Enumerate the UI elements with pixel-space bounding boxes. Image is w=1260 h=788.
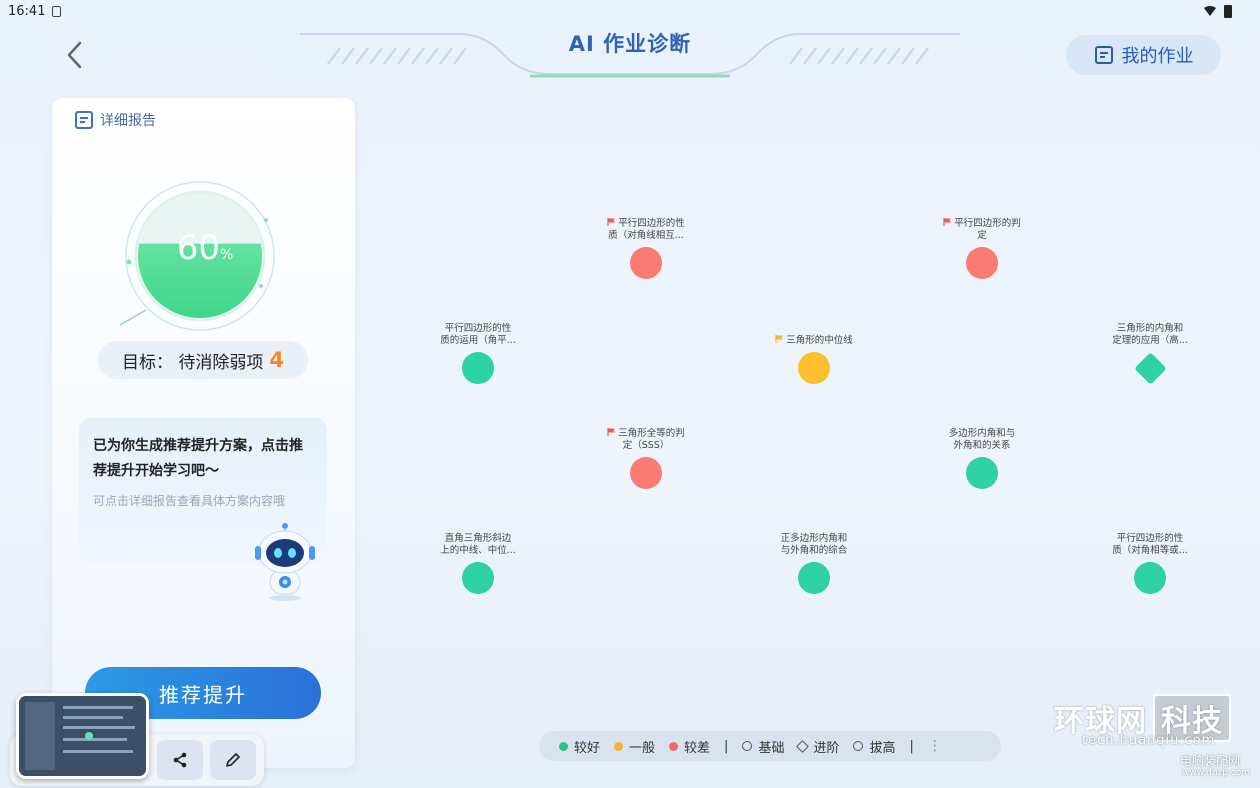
- legend: 较好 一般 较差 | 基础 进阶 拔高 | ⋮: [539, 731, 1001, 761]
- flag-icon: [607, 218, 616, 226]
- node-label-line: 质（对角线相互...: [608, 230, 684, 241]
- watermark-dnzp-url: www.dnzp.com: [1182, 768, 1251, 778]
- node-label-line: 多边形内角和与: [948, 428, 1016, 439]
- detailed-report-link[interactable]: 详细报告: [74, 110, 156, 130]
- gauge-percent: 60: [176, 228, 220, 268]
- legend-elevate: 拔高: [853, 737, 895, 756]
- sd-card-icon: [52, 6, 61, 17]
- recommendation-title: 已为你生成推荐提升方案，点击推荐提升开始学习吧～: [93, 438, 303, 479]
- goal-pill: 目标： 待消除弱项 4: [98, 341, 308, 379]
- wifi-icon: [1203, 5, 1217, 20]
- knowledge-node-good[interactable]: [966, 457, 998, 489]
- screenshot-thumbnail[interactable]: [16, 693, 149, 779]
- knowledge-node-medium[interactable]: [798, 352, 830, 384]
- gauge-value: 60%: [160, 228, 250, 268]
- knowledge-node-good[interactable]: [1134, 562, 1166, 594]
- node-label-line: 三角形全等的判: [618, 428, 685, 439]
- status-time: 16:41: [8, 4, 46, 19]
- node-label: 正多边形内角和 与外角和的综合: [754, 533, 874, 557]
- chevron-left-icon: [67, 41, 82, 69]
- pencil-icon: [226, 753, 240, 767]
- node-label-line: 定（SSS）: [622, 440, 670, 451]
- report-icon: [75, 111, 93, 129]
- recommendation-subtitle: 可点击详细报告查看具体方案内容哦: [93, 494, 286, 508]
- share-icon: [173, 752, 187, 768]
- node-label: 平行四边形的性 质（对角线相互...: [586, 218, 706, 242]
- legend-advanced: 进阶: [796, 737, 840, 756]
- legend-elevate-label: 拔高: [869, 740, 896, 756]
- my-homework-button[interactable]: 我的作业: [1066, 35, 1221, 75]
- edit-button[interactable]: [210, 740, 256, 780]
- knowledge-node-good[interactable]: [1133, 351, 1167, 385]
- node-label: 多边形内角和与 外角和的关系: [922, 428, 1042, 452]
- flag-icon: [943, 218, 952, 226]
- knowledge-node-poor[interactable]: [630, 247, 662, 279]
- more-options-icon[interactable]: ⋮: [928, 738, 942, 754]
- legend-poor-label: 较差: [684, 740, 711, 756]
- node-label-line: 定: [977, 230, 987, 241]
- node-label-line: 三角形的内角和: [1116, 323, 1184, 334]
- knowledge-node-good[interactable]: [462, 352, 494, 384]
- page-title: AI 作业诊断: [568, 32, 692, 56]
- node-label: 三角形全等的判 定（SSS）: [586, 428, 706, 452]
- legend-medium-label: 一般: [629, 740, 656, 756]
- medium-dot-icon: [614, 741, 624, 751]
- status-bar: 16:41: [0, 0, 1260, 24]
- diamond-outline-icon: [796, 739, 810, 753]
- detailed-report-label: 详细报告: [100, 113, 156, 129]
- legend-medium: 一般: [614, 737, 655, 756]
- node-label: 平行四边形的判定: [922, 218, 1042, 242]
- legend-basic: 基础: [742, 737, 784, 756]
- share-button[interactable]: [157, 740, 203, 780]
- robot-mascot: [255, 523, 315, 601]
- node-label-line: 与外角和的综合: [780, 545, 848, 556]
- knowledge-node-poor[interactable]: [966, 247, 998, 279]
- legend-poor: 较差: [669, 737, 710, 756]
- node-label-line: 平行四边形的性: [444, 323, 512, 334]
- knowledge-node-good[interactable]: [798, 562, 830, 594]
- node-label-line: 质的运用（角平...: [440, 335, 516, 346]
- my-homework-label: 我的作业: [1121, 46, 1194, 67]
- node-label: 直角三角形斜边 上的中线、中位...: [418, 533, 538, 557]
- legend-separator: |: [909, 738, 914, 754]
- legend-good: 较好: [559, 737, 600, 756]
- watermark-dnzp: 电脑装配网: [1180, 754, 1241, 768]
- node-label-line: 平行四边形的性: [1116, 533, 1184, 544]
- circle-outline-icon: [742, 741, 753, 751]
- node-label-line: 平行四边形的判: [954, 218, 1021, 229]
- thumbnail-preview-icon: [19, 696, 146, 776]
- node-label: 三角形的中位线: [754, 335, 874, 347]
- knowledge-node-poor[interactable]: [630, 457, 662, 489]
- watermark-url: tech.huanqiu.com: [1082, 733, 1216, 748]
- goal-label: 目标： 待消除弱项: [121, 352, 264, 373]
- legend-separator: |: [724, 738, 729, 754]
- flag-icon: [775, 335, 784, 343]
- battery-icon: [1224, 5, 1232, 18]
- node-label: 三角形的内角和 定理的应用（高...: [1090, 323, 1210, 347]
- knowledge-node-good[interactable]: [462, 562, 494, 594]
- back-button[interactable]: [60, 38, 92, 72]
- node-label: 平行四边形的性 质（对角相等或...: [1090, 533, 1210, 557]
- legend-basic-label: 基础: [758, 740, 785, 756]
- circle-outline-icon: [853, 741, 864, 751]
- gauge-unit: %: [219, 247, 234, 263]
- good-dot-icon: [559, 741, 568, 751]
- document-icon: [1094, 46, 1113, 64]
- legend-good-label: 较好: [574, 740, 601, 756]
- node-label-line: 直角三角形斜边: [444, 533, 512, 544]
- legend-advanced-label: 进阶: [813, 740, 840, 756]
- report-panel: 详细报告 60% 目标： 待消除弱项 4 已为你生成推荐提升方案，点击推荐提升开…: [52, 98, 355, 768]
- node-label-line: 三角形的中位线: [786, 335, 853, 346]
- node-label-line: 平行四边形的性: [618, 218, 685, 229]
- poor-dot-icon: [669, 741, 679, 751]
- goal-count: 4: [269, 348, 285, 372]
- node-label-line: 正多边形内角和: [780, 533, 848, 544]
- flag-icon: [607, 428, 616, 436]
- node-label-line: 上的中线、中位...: [440, 545, 516, 556]
- node-label-line: 质（对角相等或...: [1112, 545, 1188, 556]
- node-label-line: 定理的应用（高...: [1112, 335, 1188, 346]
- node-label-line: 外角和的关系: [953, 440, 1011, 451]
- node-label: 平行四边形的性 质的运用（角平...: [418, 323, 538, 347]
